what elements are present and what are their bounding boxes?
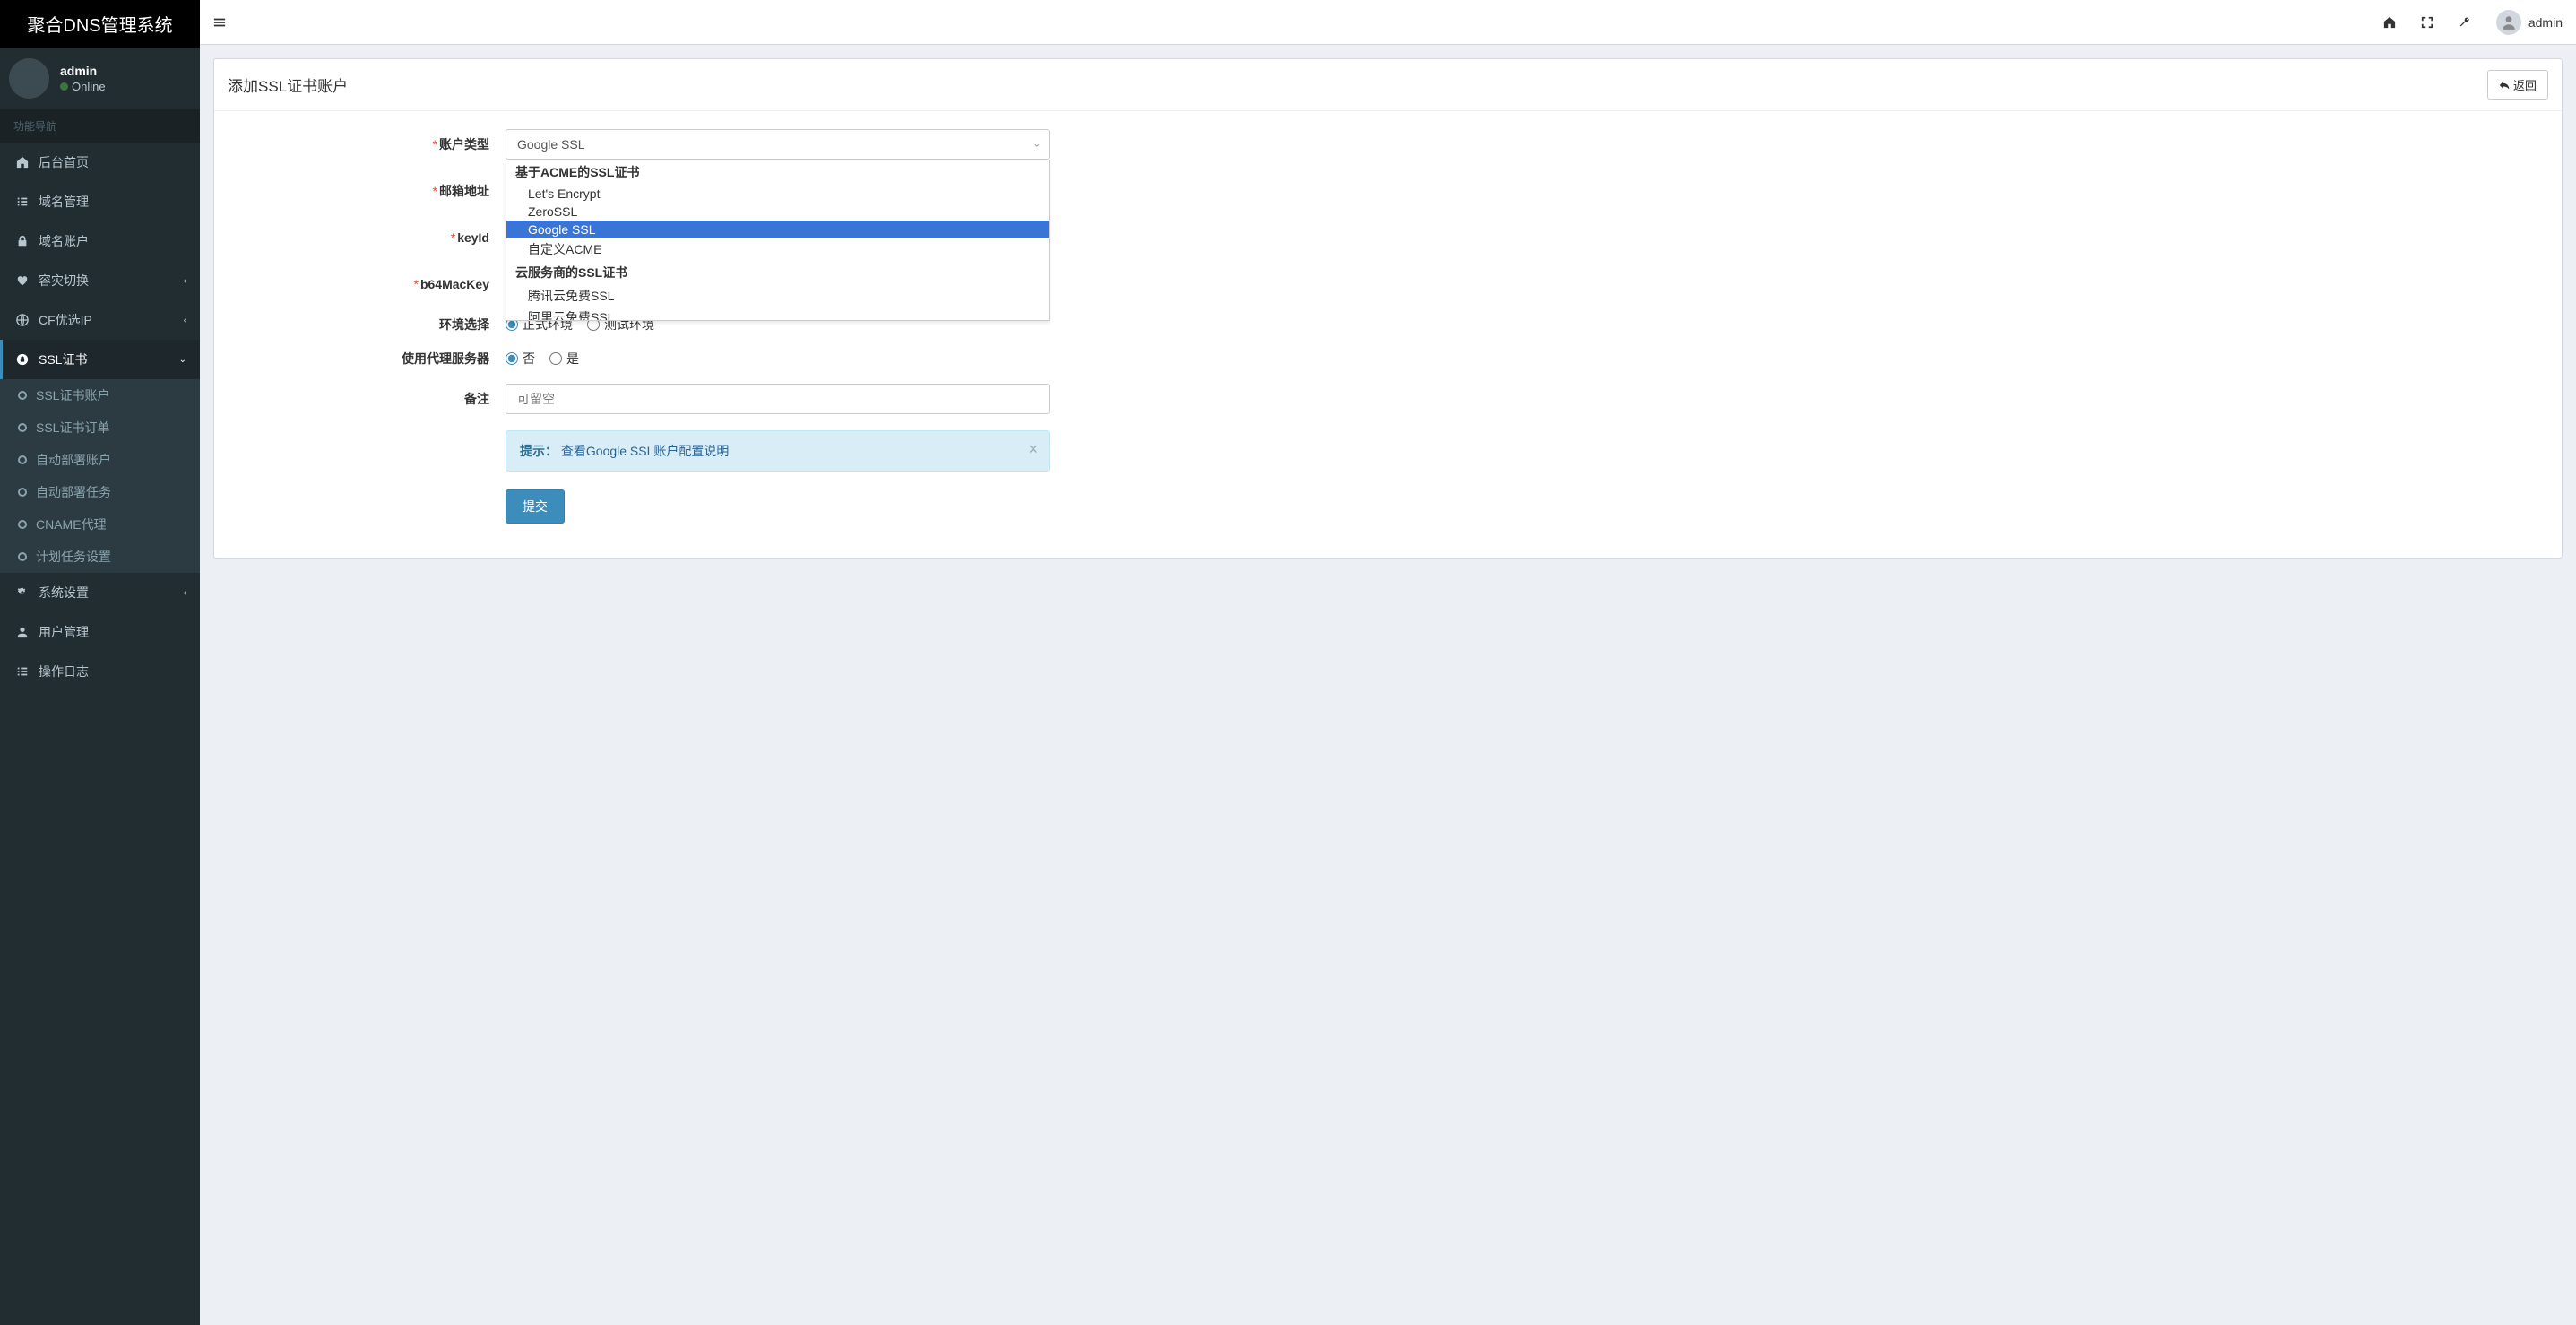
radio-proxy-yes[interactable]: 是: [549, 350, 579, 368]
home-icon[interactable]: [2383, 16, 2396, 29]
sidebar-item-dashboard[interactable]: 后台首页: [0, 143, 200, 182]
option-custom-acme[interactable]: 自定义ACME: [506, 238, 1049, 260]
sidebar-item-logs[interactable]: 操作日志: [0, 652, 200, 691]
sidebar: 聚合DNS管理系统 admin Online 功能导航 后台首页 域名管理 域名…: [0, 0, 200, 1325]
circle-icon: [18, 423, 27, 432]
option-zerossl[interactable]: ZeroSSL: [506, 203, 1049, 221]
sidebar-item-failover[interactable]: 容灾切换‹: [0, 261, 200, 300]
submenu-cron[interactable]: 计划任务设置: [0, 541, 200, 573]
hint-label: 提示：: [520, 444, 558, 458]
chevron-down-icon: ⌄: [179, 355, 186, 365]
sidebar-item-settings[interactable]: 系统设置‹: [0, 573, 200, 612]
toggle-sidebar-button[interactable]: [213, 16, 226, 29]
option-aliyun[interactable]: 阿里云免费SSL: [506, 307, 1049, 321]
label-remark: 备注: [228, 390, 506, 408]
user-panel: admin Online: [0, 48, 200, 109]
submenu-ssl-order[interactable]: SSL证书订单: [0, 411, 200, 444]
label-env: 环境选择: [228, 316, 506, 333]
shield-lock-icon: [13, 353, 31, 366]
chevron-left-icon: ‹: [184, 588, 186, 598]
sidebar-item-domain-manage[interactable]: 域名管理: [0, 182, 200, 221]
list-icon: [13, 195, 31, 208]
sidebar-item-ssl[interactable]: SSL证书⌄: [0, 340, 200, 379]
label-b64mackey: *b64MacKey: [228, 277, 506, 291]
topbar-user-menu[interactable]: admin: [2496, 10, 2563, 35]
account-type-select[interactable]: Google SSL: [506, 129, 1050, 160]
globe-icon: [13, 314, 31, 326]
sidebar-section-header: 功能导航: [0, 109, 200, 143]
option-letsencrypt[interactable]: Let's Encrypt: [506, 185, 1049, 203]
label-account-type: *账户类型: [228, 135, 506, 153]
sidebar-item-domain-account[interactable]: 域名账户: [0, 221, 200, 261]
app-logo: 聚合DNS管理系统: [0, 0, 200, 48]
optgroup-cloud: 云服务商的SSL证书: [506, 260, 1049, 285]
submenu-deploy-account[interactable]: 自动部署账户: [0, 444, 200, 476]
topbar-username: admin: [2528, 15, 2563, 30]
avatar-icon: [2496, 10, 2521, 35]
hint-alert: 提示： 查看Google SSL账户配置说明 ×: [506, 430, 1050, 472]
gears-icon: [13, 586, 31, 599]
avatar: [9, 58, 49, 99]
sidebar-item-users[interactable]: 用户管理: [0, 612, 200, 652]
submit-button[interactable]: 提交: [506, 489, 565, 524]
option-tencent[interactable]: 腾讯云免费SSL: [506, 285, 1049, 307]
circle-icon: [18, 391, 27, 400]
heartbeat-icon: [13, 274, 31, 287]
circle-icon: [18, 552, 27, 561]
list-alt-icon: [13, 665, 31, 678]
wrench-icon[interactable]: [2459, 16, 2471, 29]
topbar: admin: [200, 0, 2576, 45]
back-button[interactable]: 返回: [2487, 70, 2548, 100]
label-email: *邮箱地址: [228, 182, 506, 200]
sidebar-user-status: Online: [60, 80, 106, 93]
panel-title: 添加SSL证书账户: [228, 74, 348, 96]
submenu-cname-proxy[interactable]: CNAME代理: [0, 508, 200, 541]
label-proxy: 使用代理服务器: [228, 350, 506, 368]
chevron-left-icon: ‹: [184, 276, 186, 286]
submenu-deploy-task[interactable]: 自动部署任务: [0, 476, 200, 508]
fullscreen-icon[interactable]: [2421, 16, 2433, 29]
remark-input[interactable]: [506, 384, 1050, 414]
sidebar-item-cfip[interactable]: CF优选IP‹: [0, 300, 200, 340]
status-dot-icon: [60, 82, 68, 91]
reply-icon: [2499, 80, 2510, 91]
lock-icon: [13, 235, 31, 247]
submenu-ssl-account[interactable]: SSL证书账户: [0, 379, 200, 411]
optgroup-acme: 基于ACME的SSL证书: [506, 160, 1049, 185]
sidebar-user-name: admin: [60, 64, 106, 78]
hint-link[interactable]: 查看Google SSL账户配置说明: [561, 444, 730, 458]
user-icon: [13, 626, 31, 638]
circle-icon: [18, 488, 27, 497]
home-icon: [13, 156, 31, 169]
circle-icon: [18, 455, 27, 464]
chevron-left-icon: ‹: [184, 316, 186, 325]
option-googlessl[interactable]: Google SSL: [506, 221, 1049, 238]
account-type-dropdown: 基于ACME的SSL证书 Let's Encrypt ZeroSSL Googl…: [506, 160, 1050, 321]
circle-icon: [18, 520, 27, 529]
panel: 添加SSL证书账户 返回 *账户类型 Google SSL ⌄ 基于ACME的S…: [213, 58, 2563, 559]
radio-proxy-no[interactable]: 否: [506, 350, 535, 368]
label-keyid: *keyId: [228, 230, 506, 245]
close-icon[interactable]: ×: [1028, 440, 1038, 459]
